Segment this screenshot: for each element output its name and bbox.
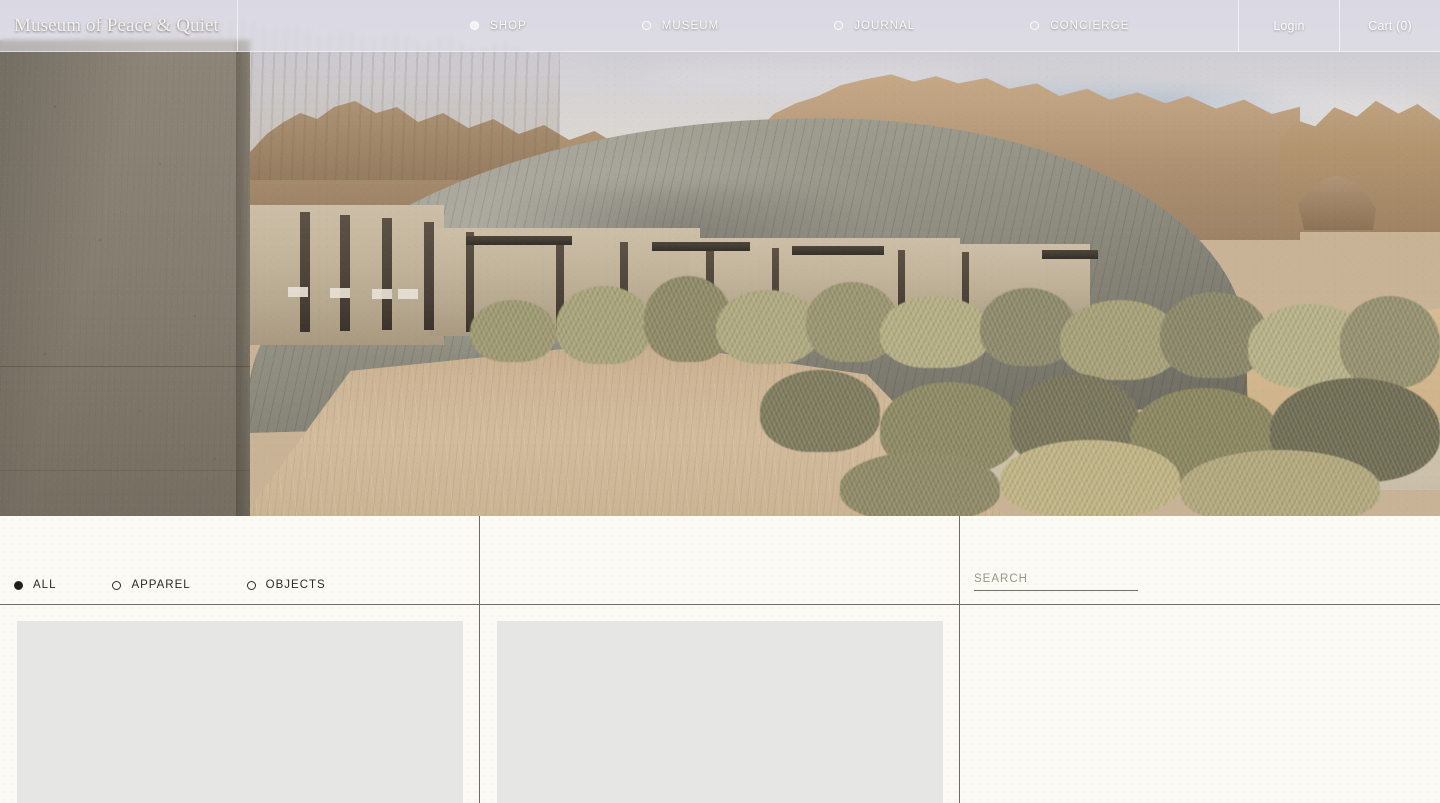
pavilion-column — [424, 222, 434, 330]
brand-cell[interactable]: Museum of Peace & Quiet — [0, 0, 238, 51]
hero-image — [0, 0, 1440, 516]
pavilion-base-block — [398, 289, 418, 299]
product-cell-empty — [960, 605, 1439, 803]
cart-label: Cart (0) — [1368, 18, 1412, 33]
pavilion-eave — [1042, 250, 1098, 259]
concrete-pillar-edge — [236, 40, 250, 516]
nav-label: CONCIERGE — [1050, 19, 1130, 32]
pavilion-base-block — [372, 289, 392, 299]
concrete-texture — [0, 40, 250, 516]
hollow-dot-icon — [112, 580, 122, 590]
product-grid — [0, 605, 1440, 803]
sage-bush — [556, 286, 652, 364]
pavilion-eave — [466, 236, 572, 245]
filter-objects[interactable]: OBJECTS — [246, 579, 326, 591]
shop-toolbar: ALL APPAREL OBJECTS — [0, 516, 1440, 605]
pavilion-column — [382, 218, 392, 330]
hollow-dot-icon — [641, 21, 651, 30]
logo-wordmark[interactable]: Museum of Peace & Quiet — [14, 15, 219, 37]
category-filters: ALL APPAREL OBJECTS — [14, 579, 326, 591]
login-button[interactable]: Login — [1238, 0, 1339, 51]
nav-item-shop[interactable]: SHOP — [470, 20, 527, 32]
pavilion-base-block — [330, 288, 350, 298]
toolbar-cell-filters: ALL APPAREL OBJECTS — [0, 516, 480, 605]
nav-item-journal[interactable]: JOURNAL — [834, 20, 915, 32]
filter-label: APPAREL — [131, 579, 191, 591]
sage-bush — [840, 452, 1000, 516]
product-image-placeholder — [497, 621, 943, 803]
product-image-placeholder — [17, 621, 463, 803]
pavilion-column — [300, 212, 310, 332]
shop-content: ALL APPAREL OBJECTS — [0, 516, 1440, 803]
primary-navigation: SHOP MUSEUM JOURNAL CONCIERGE — [238, 0, 1238, 51]
pavilion-eave — [792, 246, 884, 255]
filled-dot-icon — [14, 580, 23, 590]
hollow-dot-icon — [1030, 21, 1040, 30]
filter-label: ALL — [33, 579, 57, 591]
pavilion-column — [340, 215, 350, 331]
pavilion-column — [466, 232, 474, 332]
pavilion-base-block — [288, 287, 308, 297]
sage-bush — [1000, 440, 1180, 516]
page-root: Museum of Peace & Quiet SHOP MUSEUM JOUR… — [0, 0, 1440, 803]
hero-artwork — [0, 0, 1440, 516]
search-field-wrapper — [974, 569, 1138, 591]
nav-item-concierge[interactable]: CONCIERGE — [1030, 20, 1129, 32]
concrete-seam — [0, 366, 250, 367]
filled-dot-icon — [470, 21, 479, 30]
hollow-dot-icon — [834, 21, 844, 30]
nav-label: MUSEUM — [661, 19, 720, 32]
filter-all[interactable]: ALL — [14, 579, 56, 591]
product-cell[interactable] — [0, 605, 480, 803]
concrete-pillar — [0, 40, 250, 516]
login-label: Login — [1273, 18, 1305, 33]
nav-label: SHOP — [490, 19, 527, 32]
sage-bush — [880, 296, 990, 368]
site-header: Museum of Peace & Quiet SHOP MUSEUM JOUR… — [0, 0, 1440, 52]
sage-bush — [760, 370, 880, 452]
search-input[interactable] — [974, 571, 1138, 591]
product-cell[interactable] — [480, 605, 960, 803]
pavilion-eave — [652, 242, 750, 251]
sage-bush — [716, 290, 820, 364]
sage-bush — [470, 300, 556, 362]
filter-label: OBJECTS — [265, 579, 326, 591]
nav-item-museum[interactable]: MUSEUM — [641, 19, 720, 32]
toolbar-cell-search — [960, 516, 1439, 605]
sage-bush — [1180, 450, 1380, 516]
nav-label: JOURNAL — [854, 19, 916, 32]
filter-apparel[interactable]: APPAREL — [112, 579, 190, 591]
toolbar-cell-empty — [480, 516, 960, 605]
sage-bush — [1340, 296, 1440, 388]
hollow-dot-icon — [246, 580, 256, 590]
concrete-seam — [0, 470, 250, 471]
cart-button[interactable]: Cart (0) — [1339, 0, 1440, 51]
